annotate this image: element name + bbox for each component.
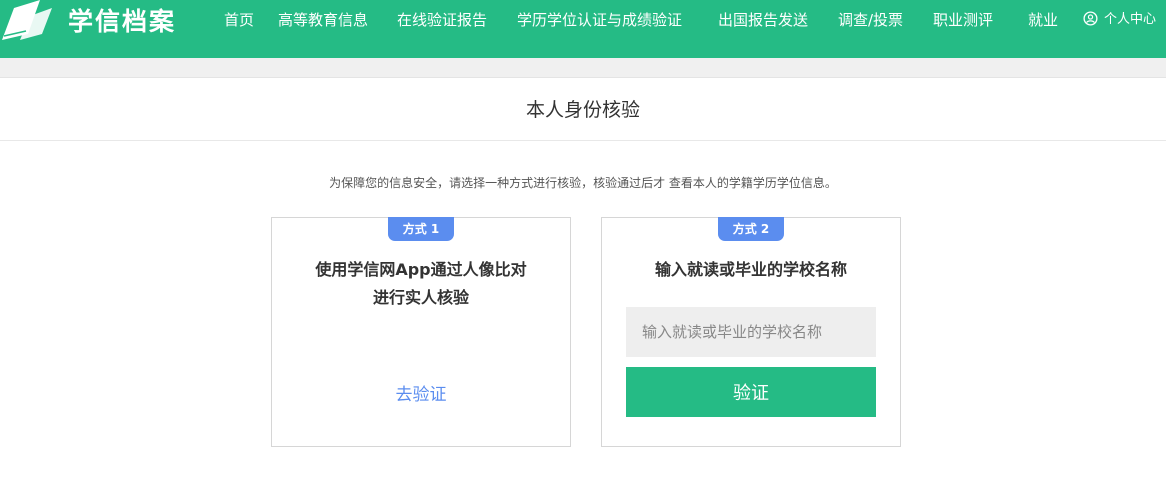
method-1-heading: 使用学信网App通过人像比对 进行实人核验 bbox=[272, 256, 570, 312]
nav-career-assessment[interactable]: 职业测评 bbox=[933, 9, 993, 31]
nav-employment[interactable]: 就业 bbox=[1028, 9, 1058, 31]
nav-online-verification-report[interactable]: 在线验证报告 bbox=[397, 9, 487, 31]
method-2-card: 方式 2 输入就读或毕业的学校名称 验证 bbox=[601, 217, 901, 447]
logo-text: 学信档案 bbox=[68, 7, 177, 36]
top-navigation-bar: 学信档案 首页 高等教育信息 在线验证报告 学历学位认证与成绩验证 出国报告发送… bbox=[0, 0, 1166, 58]
open-book-icon bbox=[2, 0, 52, 40]
user-circle-icon bbox=[1083, 11, 1098, 26]
user-center-link[interactable]: 个人中心 bbox=[1083, 9, 1156, 31]
school-name-input[interactable] bbox=[626, 307, 876, 357]
logo[interactable]: 学信档案 bbox=[0, 0, 200, 40]
nav-higher-education-info[interactable]: 高等教育信息 bbox=[278, 9, 368, 31]
nav-overseas-report[interactable]: 出国报告发送 bbox=[718, 9, 808, 31]
verify-button[interactable]: 验证 bbox=[626, 367, 876, 417]
nav-home[interactable]: 首页 bbox=[224, 9, 254, 31]
method-2-heading: 输入就读或毕业的学校名称 bbox=[654, 260, 847, 279]
nav-survey-vote[interactable]: 调查/投票 bbox=[838, 9, 903, 31]
method-1-card: 方式 1 使用学信网App通过人像比对 进行实人核验 去验证 bbox=[271, 217, 571, 447]
method-1-heading-line1: 使用学信网App通过人像比对 bbox=[315, 260, 527, 279]
method-1-heading-line2: 进行实人核验 bbox=[372, 288, 469, 307]
security-notice: 为保障您的信息安全，请选择一种方式进行核验，核验通过后才 查看本人的学籍学历学位… bbox=[329, 176, 837, 190]
page-title: 本人身份核验 bbox=[525, 99, 640, 121]
method-2-badge: 方式 2 bbox=[718, 217, 784, 241]
go-verify-link[interactable]: 去验证 bbox=[272, 382, 570, 408]
user-center-label: 个人中心 bbox=[1104, 12, 1157, 27]
header-divider-strip bbox=[0, 58, 1166, 78]
method-1-badge: 方式 1 bbox=[388, 217, 454, 241]
nav-degree-certification[interactable]: 学历学位认证与成绩验证 bbox=[517, 9, 682, 31]
title-divider bbox=[0, 140, 1166, 141]
